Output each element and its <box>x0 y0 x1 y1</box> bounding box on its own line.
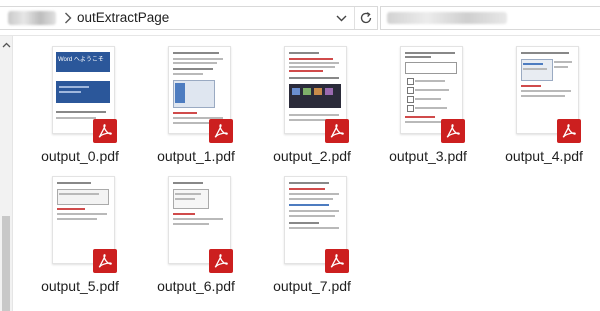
scrollbar-thumb[interactable] <box>2 216 10 311</box>
file-item[interactable]: output_7.pdf <box>254 166 370 294</box>
address-bar: outExtractPage <box>0 0 600 36</box>
file-name: output_7.pdf <box>273 278 351 294</box>
pdf-icon <box>209 119 233 143</box>
pdf-icon <box>209 249 233 273</box>
file-name: output_1.pdf <box>157 148 235 164</box>
file-name: output_5.pdf <box>41 278 119 294</box>
breadcrumb-parent-blurred[interactable] <box>8 11 56 25</box>
pdf-icon <box>93 119 117 143</box>
file-grid: Word へようこそ output_0.pdf output_1.pdf out… <box>14 36 600 311</box>
file-item[interactable]: output_6.pdf <box>138 166 254 294</box>
file-name: output_2.pdf <box>273 148 351 164</box>
file-name: output_0.pdf <box>41 148 119 164</box>
file-item[interactable]: output_3.pdf <box>370 36 486 164</box>
breadcrumb[interactable]: outExtractPage <box>0 6 378 30</box>
pdf-icon <box>93 249 117 273</box>
pdf-icon <box>441 119 465 143</box>
file-item[interactable]: output_1.pdf <box>138 36 254 164</box>
thumb-title: Word へようこそ <box>58 57 104 63</box>
address-history-dropdown-button[interactable] <box>330 7 352 29</box>
breadcrumb-current-folder[interactable]: outExtractPage <box>77 8 169 28</box>
file-name: output_3.pdf <box>389 148 467 164</box>
search-input[interactable] <box>380 6 600 30</box>
file-item[interactable]: output_4.pdf <box>486 36 600 164</box>
navigation-pane-edge <box>0 36 13 311</box>
pdf-icon <box>325 249 349 273</box>
file-item[interactable]: output_5.pdf <box>22 166 138 294</box>
search-text-blurred <box>387 12 507 24</box>
pdf-icon <box>325 119 349 143</box>
chevron-down-icon <box>336 15 346 21</box>
chevron-up-icon[interactable] <box>1 40 11 50</box>
chevron-right-icon[interactable] <box>62 8 74 28</box>
refresh-icon <box>360 12 372 24</box>
pdf-icon <box>557 119 581 143</box>
file-item[interactable]: Word へようこそ output_0.pdf <box>22 36 138 164</box>
refresh-button[interactable] <box>354 7 377 29</box>
file-name: output_4.pdf <box>505 148 583 164</box>
file-item[interactable]: output_2.pdf <box>254 36 370 164</box>
file-name: output_6.pdf <box>157 278 235 294</box>
